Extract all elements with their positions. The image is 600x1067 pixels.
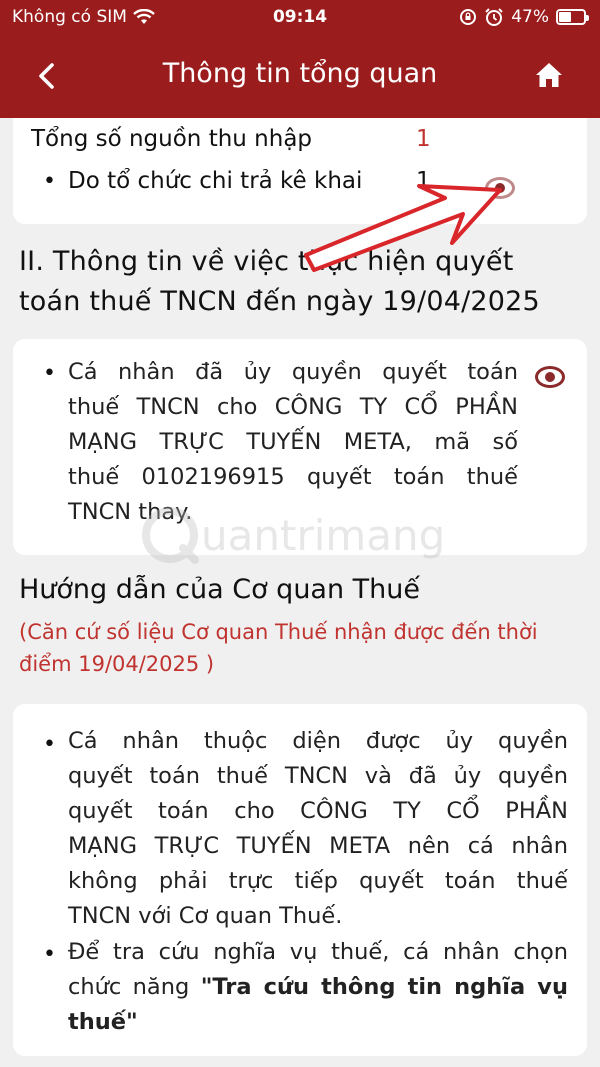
battery-icon	[556, 9, 589, 25]
nav-bar: Thông tin tổng quan	[0, 48, 600, 104]
bullet-dot: •	[43, 732, 56, 757]
eye-icon[interactable]	[533, 363, 567, 391]
org-declared-value: 1	[416, 168, 431, 194]
app-header: Không có SIM 09:14 47% Thông tin tổng qu…	[0, 0, 600, 118]
income-summary-card: Tổng số nguồn thu nhập 1 • Do tổ chức ch…	[13, 118, 587, 224]
watermark-text: uantrimang	[201, 511, 445, 560]
watermark-logo: uantrimang	[142, 507, 445, 564]
lookup-function-name-end: thuế"	[68, 1009, 138, 1035]
section2-title-line1: II. Thông tin về việc thực hiện quyết	[19, 246, 514, 277]
guidance-line: không phải trực tiếp quyết toán thuế	[68, 868, 568, 894]
bullet-dot: •	[43, 942, 56, 967]
page-title: Thông tin tổng quan	[162, 58, 438, 89]
guidance-note: (Căn cứ số liệu Cơ quan Thuế nhận được đ…	[19, 616, 585, 680]
section2-title-line2: toán thuế TNCN đến ngày 19/04/2025	[19, 286, 540, 317]
guidance-line: chức năng "Tra cứu thông tin nghĩa vụ	[68, 970, 568, 1005]
total-income-label: Tổng số nguồn thu nhập	[31, 126, 313, 152]
eye-icon[interactable]	[483, 174, 517, 202]
battery-percent: 47%	[511, 7, 549, 27]
guidance-note-line2: điểm 19/04/2025 )	[19, 652, 215, 676]
guidance-line: TNCN với Cơ quan Thuế.	[68, 903, 343, 929]
guidance-line: quyết toán cho CÔNG TY CỔ PHẦN	[68, 798, 568, 824]
org-declared-label: Do tổ chức chi trả kê khai	[68, 168, 363, 194]
total-income-value: 1	[416, 126, 431, 152]
lookup-function-name: "Tra cứu thông tin nghĩa vụ	[200, 974, 568, 1000]
guidance-title: Hướng dẫn của Cơ quan Thuế	[19, 574, 421, 605]
alarm-icon	[485, 8, 503, 26]
bullet-dot: •	[43, 361, 56, 386]
guidance-line: MẠNG TRỰC TUYẾN META nên cá nhân	[68, 833, 568, 859]
bullet-dot: •	[43, 169, 56, 194]
guidance-line: Cá nhân thuộc diện được ủy quyền	[68, 728, 568, 754]
home-icon[interactable]	[534, 60, 564, 90]
authorization-line: MẠNG TRỰC TUYẾN META, mã số	[68, 429, 518, 455]
authorization-line: thuế TNCN cho CÔNG TY CỔ PHẦN	[68, 394, 518, 420]
guidance-line: Để tra cứu nghĩa vụ thuế, cá nhân chọn	[68, 939, 568, 965]
guidance-note-line1: (Căn cứ số liệu Cơ quan Thuế nhận được đ…	[19, 620, 538, 644]
guidance-line: quyết toán thuế TNCN và đã ủy quyền	[68, 763, 568, 789]
status-bar: Không có SIM 09:14 47%	[0, 0, 600, 34]
guidance-text: chức năng	[68, 974, 201, 1000]
authorization-line: Cá nhân đã ủy quyền quyết toán	[68, 359, 518, 385]
guidance-card: • Cá nhân thuộc diện được ủy quyền quyết…	[13, 704, 587, 1056]
authorization-line: thuế 0102196915 quyết toán thuế	[68, 464, 518, 490]
rotation-lock-icon	[460, 9, 477, 25]
status-right: 47%	[459, 7, 589, 27]
